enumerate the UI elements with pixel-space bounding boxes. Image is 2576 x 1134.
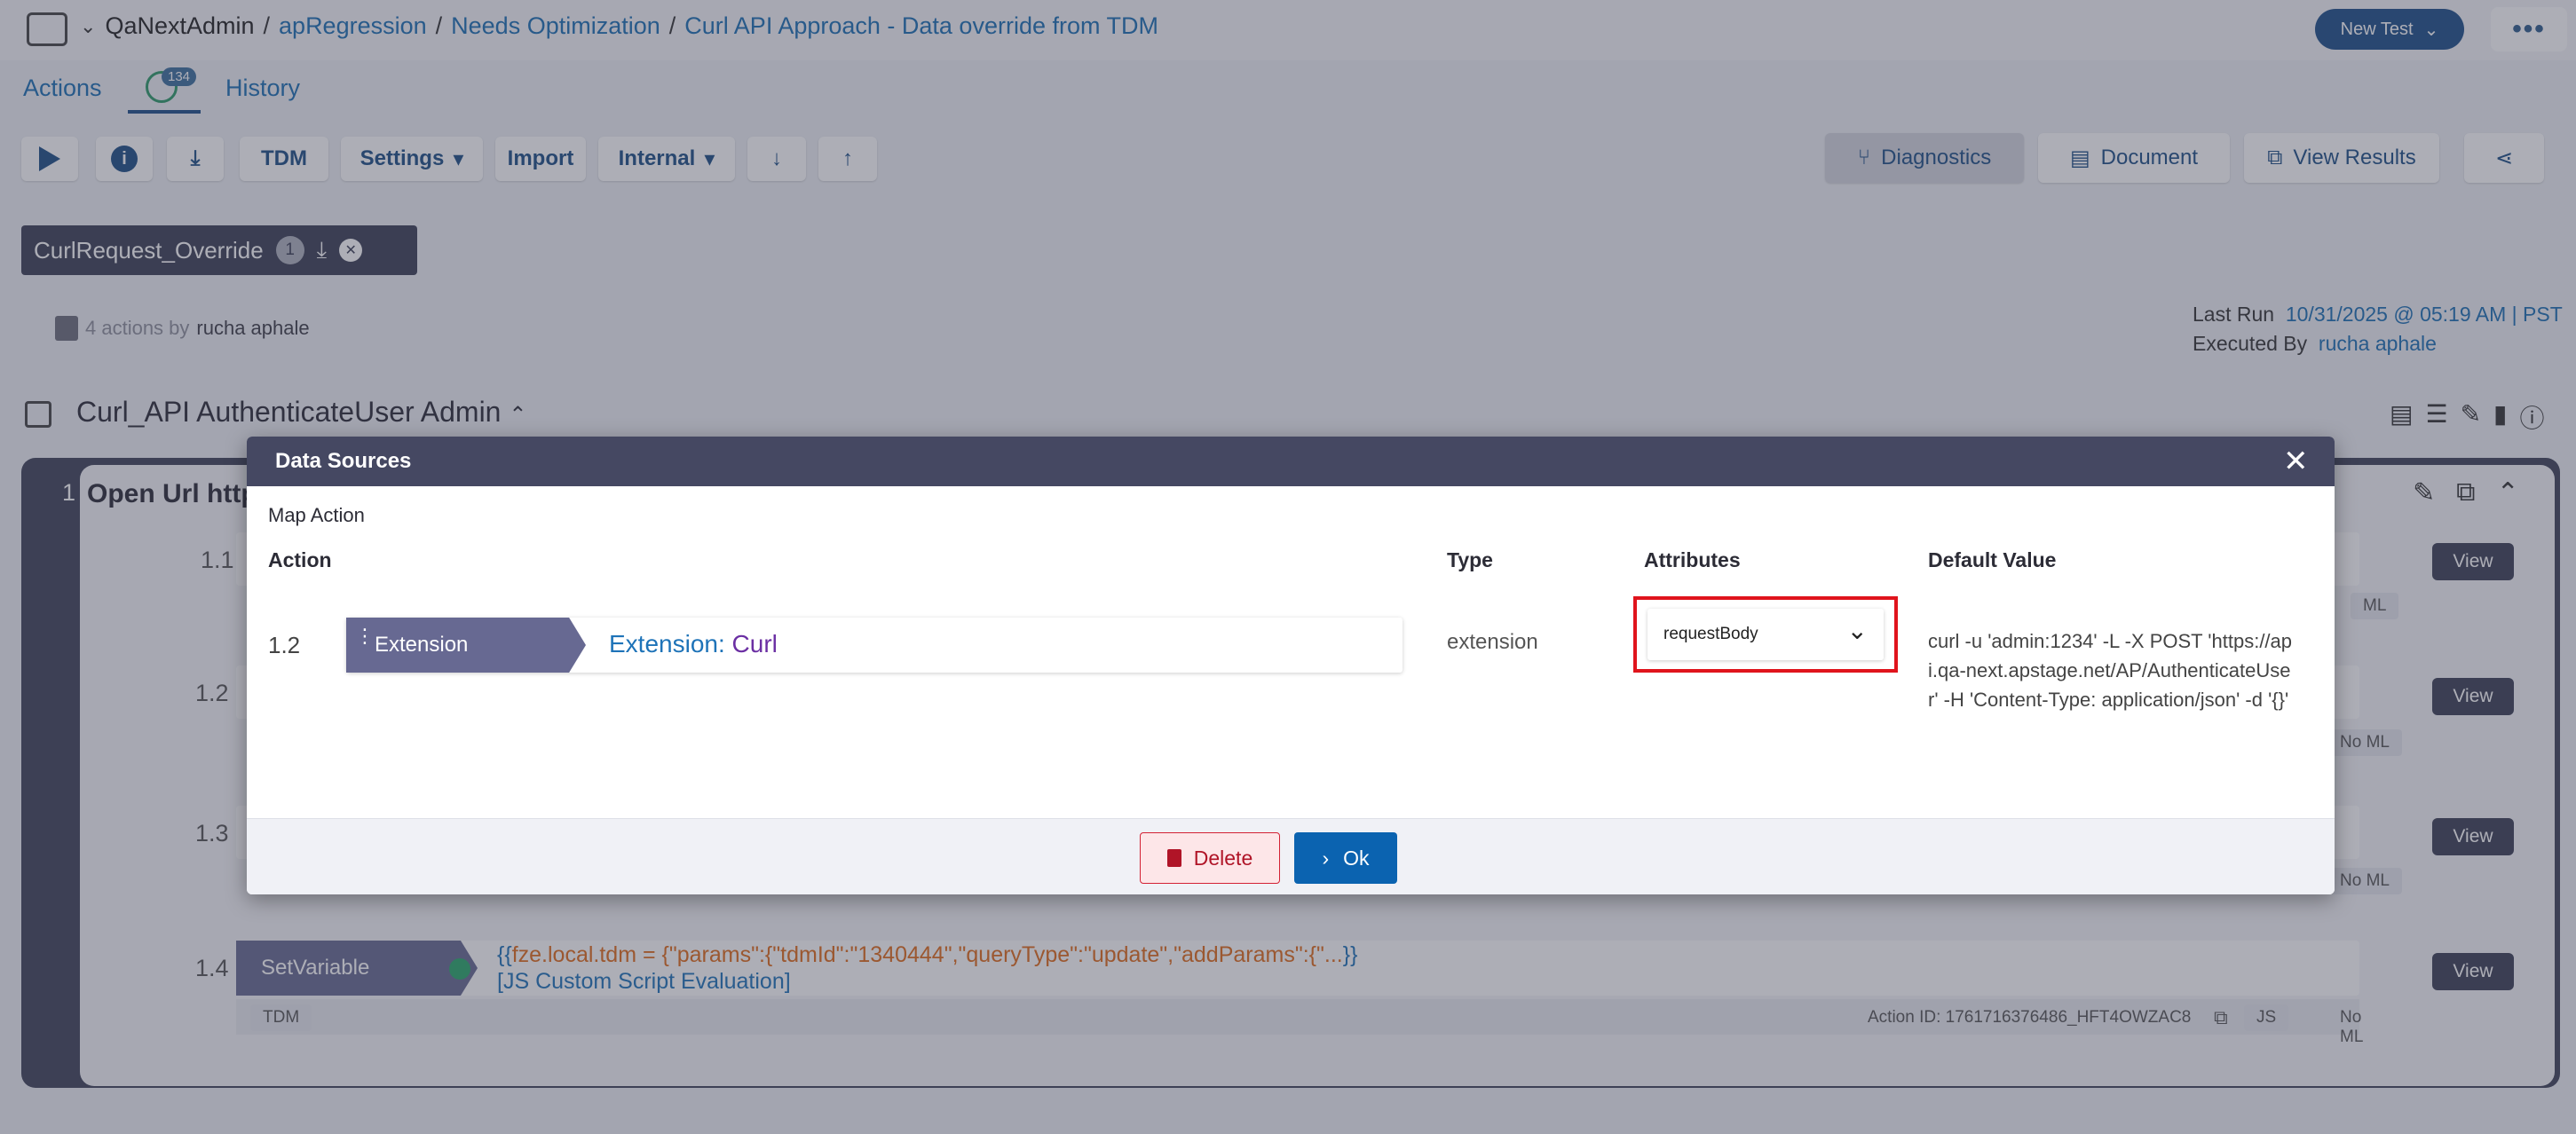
- default-value: curl -u 'admin:1234' -L -X POST 'https:/…: [1928, 630, 2293, 711]
- column-header-type: Type: [1447, 548, 1493, 571]
- column-header-attributes: Attributes: [1644, 548, 1741, 571]
- column-header-action: Action: [268, 548, 332, 571]
- attribute-select-value: requestBody: [1663, 625, 1758, 643]
- extension-tag: ⋮ Extension: [346, 618, 586, 673]
- modal-title: Data Sources: [247, 437, 2335, 486]
- extension-title: Extension: Curl: [609, 630, 778, 658]
- extension-card[interactable]: ⋮ Extension Extension: Curl: [346, 618, 1403, 673]
- type-value: extension: [1447, 630, 1538, 654]
- extension-tag-label: Extension: [375, 633, 469, 657]
- chevron-down-icon: ⌄: [1846, 617, 1868, 644]
- extension-title-value: Curl: [731, 630, 778, 658]
- attribute-select[interactable]: requestBody ⌄: [1648, 609, 1884, 660]
- data-sources-modal: Data Sources ✕ Map Action Action Type At…: [247, 437, 2335, 894]
- delete-button[interactable]: Delete: [1140, 832, 1280, 884]
- close-icon[interactable]: ✕: [2283, 444, 2309, 479]
- ok-button[interactable]: › Ok: [1294, 832, 1397, 884]
- extension-title-prefix: Extension:: [609, 630, 725, 658]
- column-header-default-value: Default Value: [1928, 548, 2057, 571]
- modal-footer: [247, 818, 2335, 894]
- ok-label: Ok: [1343, 846, 1370, 870]
- chevron-right-icon: ›: [1322, 846, 1330, 870]
- row-step-number: 1.2: [268, 632, 301, 658]
- delete-label: Delete: [1193, 846, 1253, 870]
- map-action-label: Map Action: [268, 504, 365, 526]
- trash-icon: [1166, 849, 1181, 867]
- drag-handle-icon[interactable]: ⋮: [355, 626, 375, 646]
